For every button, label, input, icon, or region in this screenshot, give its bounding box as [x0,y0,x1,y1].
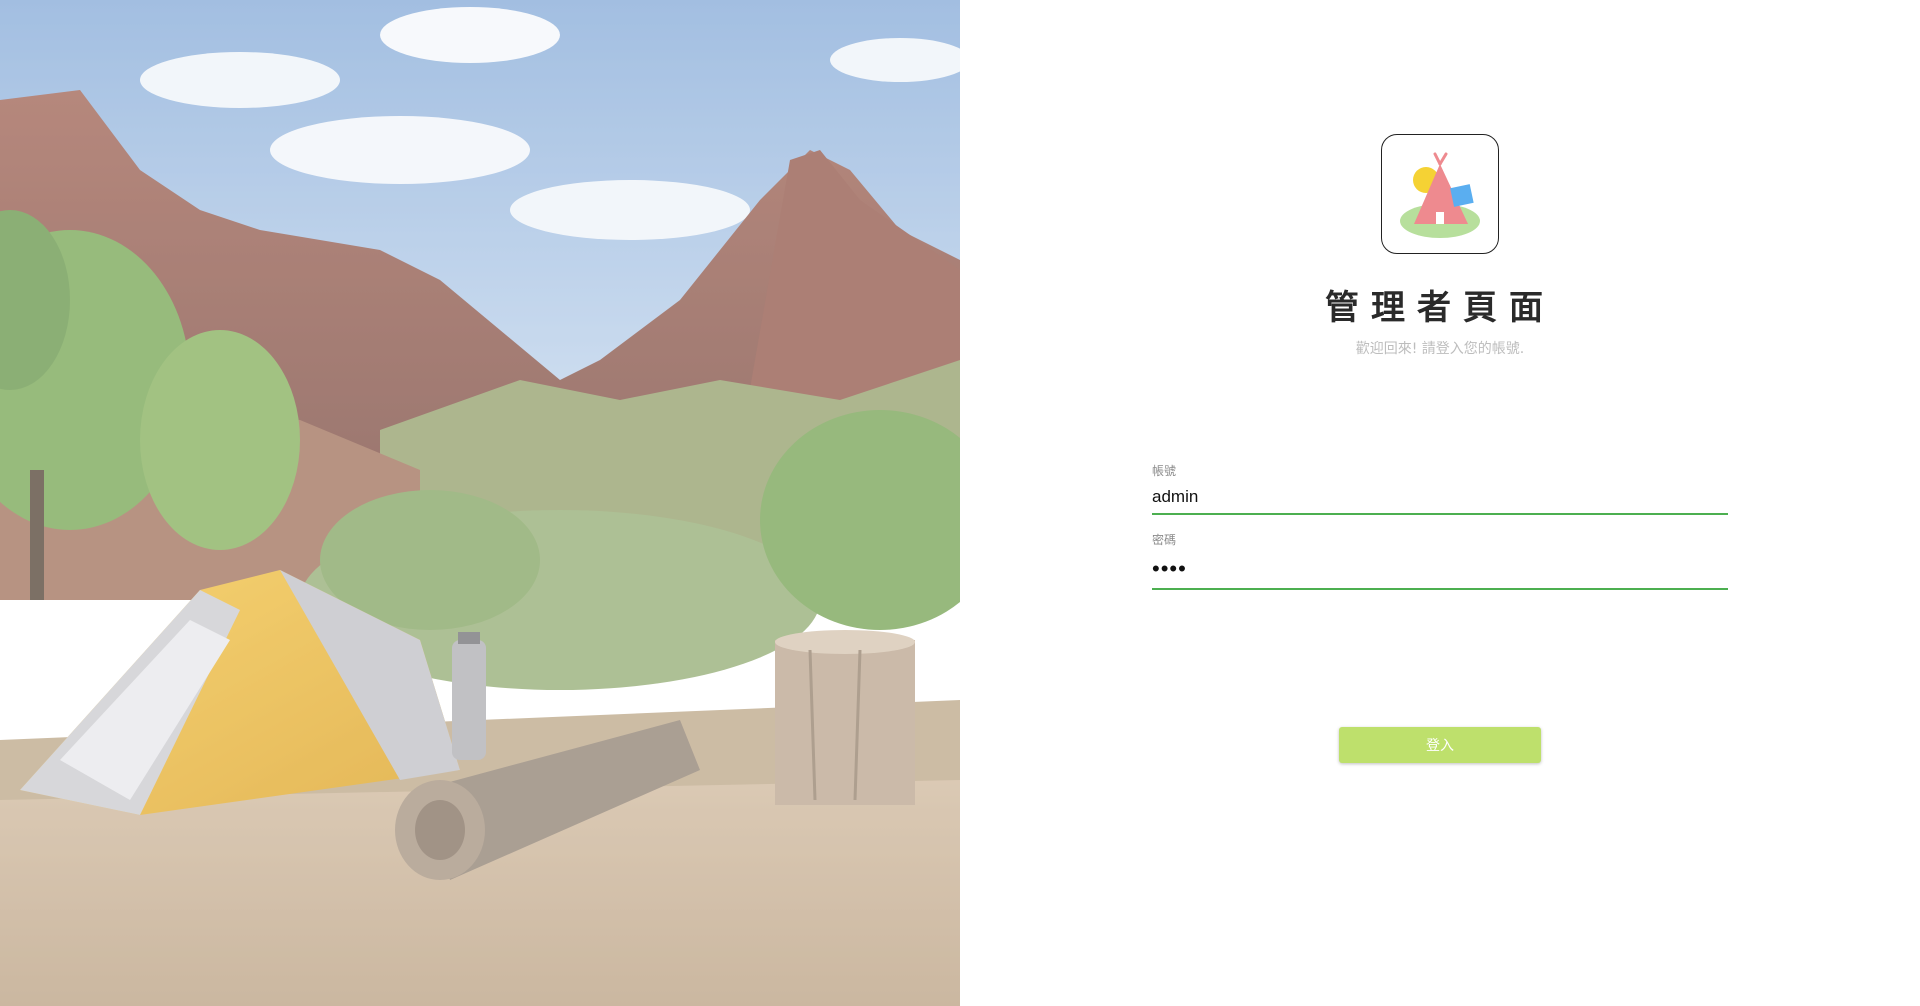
username-label: 帳號 [1152,464,1177,478]
password-input[interactable] [1152,552,1728,590]
app-logo [1381,134,1499,254]
login-panel: 管理者頁面 歡迎回來! 請登入您的帳號. 帳號 密碼 登入 [960,0,1920,1006]
login-button[interactable]: 登入 [1339,727,1541,763]
username-input[interactable] [1152,483,1728,515]
username-field-group: 帳號 [1152,462,1728,515]
tent-logo-icon [1400,152,1480,238]
login-page: 管理者頁面 歡迎回來! 請登入您的帳號. 帳號 密碼 登入 [0,0,1920,1006]
password-field-group: 密碼 [1152,531,1728,590]
password-label: 密碼 [1152,533,1177,547]
hero-photo [0,0,960,1006]
camping-scene-image [0,0,960,1006]
page-title: 管理者頁面 [1325,288,1555,328]
welcome-subtitle: 歡迎回來! 請登入您的帳號. [1355,341,1525,357]
